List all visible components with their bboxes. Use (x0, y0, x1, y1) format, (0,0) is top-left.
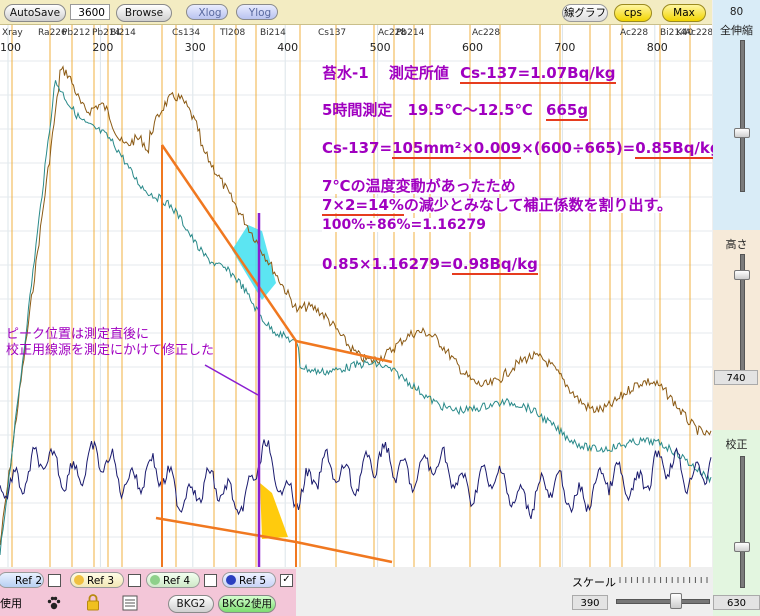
scale-value: 390 (572, 595, 608, 610)
annotation-corrected-calc: 0.85×1.16279= (322, 255, 453, 273)
x-tick-label: 400 (277, 41, 298, 54)
x-tick-label: 500 (370, 41, 391, 54)
ref2-checkbox[interactable] (48, 574, 61, 587)
ref3-checkbox[interactable] (128, 574, 141, 587)
isotope-label: Ac228 (620, 28, 648, 38)
annotation-calc-prefix: Cs-137= (322, 139, 393, 157)
isotope-label: Ac228 (685, 28, 712, 38)
bkg2-button[interactable]: BKG2 (168, 595, 214, 613)
annotation-calc-mid: ×(600÷665)= (521, 139, 636, 157)
lock-icon[interactable] (86, 594, 100, 611)
isotope-label: Xray (2, 28, 23, 38)
cps-button[interactable]: cps (614, 4, 652, 22)
counter-value: 80 (729, 6, 744, 18)
annotation-decrease: 7×2=14% (322, 196, 404, 216)
ref3-tab[interactable]: Ref 3 (70, 572, 124, 588)
isotope-label: Pb212 (62, 28, 90, 38)
scale-ticks (619, 577, 708, 583)
annotation-line4: 7℃の温度変動があったため (322, 179, 520, 194)
annotation-line6: 100%÷86%=1.16279 (322, 218, 490, 232)
annotation-weight: 665g (546, 101, 589, 121)
scale-thumb[interactable] (670, 593, 682, 609)
isotope-label: Ac228 (472, 28, 500, 38)
ylog-label: Ylog (248, 7, 272, 19)
ref5-checkbox[interactable]: ✓ (280, 574, 293, 587)
height-label: 高さ (725, 238, 748, 251)
annotation-corrected-value: 0.98Bq/kg (452, 255, 538, 275)
annotation-measured-value: Cs-137=1.07Bq/kg (460, 64, 616, 84)
annotation-measure-time: 5時間測定 19.5℃～12.5℃ (322, 101, 533, 119)
full-scale-label: 全伸縮 (720, 24, 753, 37)
max-button[interactable]: Max (662, 4, 706, 22)
ylog-button[interactable]: Ylog (236, 4, 278, 20)
annotation-decrease-text: の減少とみなして補正係数を割り出す。 (403, 196, 672, 214)
height-value: 740 (714, 370, 758, 385)
isotope-label: Pb214 (396, 28, 425, 38)
full-scale-track[interactable] (740, 40, 745, 192)
line-graph-button[interactable]: 線グラフ (562, 4, 608, 22)
use-label: 使用 (0, 597, 22, 610)
xlog-label: Xlog (198, 7, 222, 19)
annotation-line2: 5時間測定 19.5℃～12.5℃ 665g (322, 101, 589, 121)
annotation-line1: 苔水-1 測定所値 Cs-137=1.07Bq/kg (322, 64, 616, 84)
height-panel: 高さ 740 (713, 230, 760, 430)
annotation-note2: 校正用線源を測定にかけて修正した (6, 343, 215, 358)
isotope-label: Cs137 (318, 28, 346, 38)
x-tick-label: 700 (554, 41, 575, 54)
annotation-area: 105mm²×0.009 (392, 139, 522, 159)
annotation-line5: 7×2=14%の減少とみなして補正係数を割り出す。 (322, 196, 674, 216)
ref4-checkbox[interactable] (204, 574, 217, 587)
calibration-thumb[interactable] (734, 542, 750, 552)
ref5-dot-icon (226, 575, 236, 585)
annotation-result: 0.85Bq/kg (635, 139, 721, 159)
x-tick-label: 600 (462, 41, 483, 54)
xlog-button[interactable]: Xlog (186, 4, 228, 20)
height-thumb[interactable] (734, 270, 750, 280)
isotope-label: Cs134 (172, 28, 200, 38)
x-tick-label: 800 (647, 41, 668, 54)
scale-label: スケール (572, 576, 616, 589)
paw-icon[interactable] (46, 595, 62, 611)
isotope-label: Bi214 (260, 28, 286, 38)
bkg2-use-button[interactable]: BKG2使用 (218, 595, 276, 613)
ref2-label: Ref 2 (15, 575, 42, 587)
isotope-label: Tl208 (219, 28, 245, 38)
scale-track[interactable] (616, 599, 710, 604)
full-scale-panel: 80 全伸縮 (713, 0, 760, 230)
scale-right-value: 630 (713, 595, 760, 610)
bottom-bar: Ref 2 Ref 3 Ref 4 Ref 5 ✓ 使用 BKG2 BKG2使用… (0, 569, 760, 616)
annotation-line7: 0.85×1.16279=0.98Bq/kg (322, 255, 538, 275)
ref4-dot-icon (150, 575, 160, 585)
ref2-tab[interactable]: Ref 2 (0, 572, 44, 588)
ref5-tab[interactable]: Ref 5 (222, 572, 276, 588)
full-scale-thumb[interactable] (734, 128, 750, 138)
autosave-button[interactable]: AutoSave (4, 4, 66, 22)
annotation-line3: Cs-137=105mm²×0.009×(600÷665)=0.85Bq/kg (322, 139, 721, 159)
ref4-tab[interactable]: Ref 4 (146, 572, 200, 588)
list-icon[interactable] (122, 595, 138, 611)
x-tick-label: 100 (0, 41, 21, 54)
ref4-label: Ref 4 (163, 575, 190, 587)
ref3-label: Ref 3 (87, 575, 114, 587)
toolbar: AutoSave 3600 Browse Xlog Ylog 線グラフ cps … (0, 0, 712, 25)
ref5-label: Ref 5 (239, 575, 266, 587)
ref3-dot-icon (74, 575, 84, 585)
isotope-label: Bi214 (110, 28, 136, 38)
x-tick-label: 200 (92, 41, 113, 54)
x-tick-label: 300 (185, 41, 206, 54)
annotation-note1: ピーク位置は測定直後に (6, 327, 150, 342)
time-field[interactable]: 3600 (70, 4, 110, 20)
calibration-label: 校正 (725, 438, 748, 451)
browse-button[interactable]: Browse (116, 4, 172, 22)
annotation-title: 苔水-1 測定所値 (322, 64, 449, 82)
